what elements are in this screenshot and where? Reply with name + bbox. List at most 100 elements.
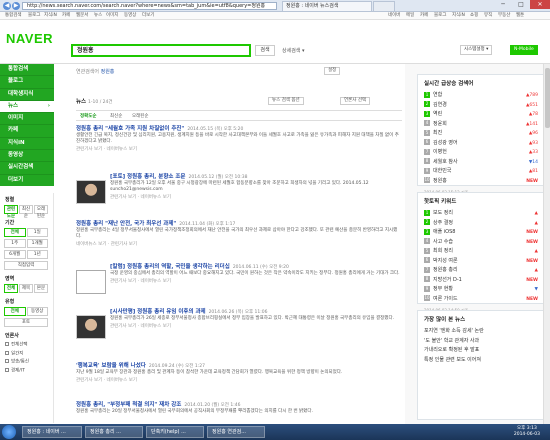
checkbox[interactable]: [5, 359, 9, 363]
rank-item[interactable]: 3 역린 ▲78: [424, 110, 540, 120]
most-viewed-item[interactable]: 가내리오로 확정된 후 발표: [424, 346, 540, 356]
rank-item[interactable]: 1 연합 ▲789: [424, 91, 540, 101]
menu-item[interactable]: 카페: [420, 12, 428, 20]
rank-item[interactable]: 3 애플 iOS8 NEW: [424, 228, 540, 238]
news-footer[interactable]: 관련기사 보기 · 네이버뉴스 보기: [76, 146, 402, 152]
rank-item[interactable]: 5 최희 정리 ▲: [424, 247, 540, 257]
range-all[interactable]: 전체: [4, 228, 26, 237]
menu-item[interactable]: 지식iN: [44, 12, 57, 20]
type-all[interactable]: 전체: [4, 307, 26, 316]
news-footer[interactable]: 관련기사 보기 · 네이버뉴스 보기: [110, 323, 402, 329]
menu-item[interactable]: 동영상: [124, 12, 136, 20]
tab-new[interactable]: [373, 1, 395, 11]
range-6m[interactable]: 6개월: [4, 250, 26, 259]
start-button[interactable]: [2, 425, 16, 439]
menu-item[interactable]: 쇼핑: [470, 12, 478, 20]
news-title[interactable]: 정원홍 총리 "세월호 가족 지원 차질없이 추진" 2014.05.15 (목)…: [76, 124, 402, 132]
detail-search-link[interactable]: 상세검색 ▾: [282, 47, 305, 54]
news-title[interactable]: 정원홍 총리 "재난 안전, 국가 최우선 과제" 2014.11.04 (화) …: [76, 219, 402, 227]
news-footer[interactable]: 관련기사 보기 · 네이버뉴스 보기: [76, 377, 402, 383]
menu-item[interactable]: 통합검색: [5, 12, 22, 20]
search-input[interactable]: 정원홍: [71, 44, 251, 57]
area-body[interactable]: 본문: [34, 284, 48, 293]
nav-item-college[interactable]: 대학생지식: [0, 89, 54, 101]
source-check-econ[interactable]: 경제/IT: [0, 367, 53, 376]
news-title[interactable]: [칼럼] 정원홍 총리의 역할, 국민을 생각하는 리더십 2014.06.11 …: [110, 262, 402, 270]
settings-button[interactable]: 설정: [324, 67, 341, 75]
sort-link-oldest[interactable]: 오래된순: [132, 113, 149, 119]
source-check-daily[interactable]: 일간지: [0, 350, 53, 359]
rank-item[interactable]: 6 박지성 여론 NEW: [424, 257, 540, 267]
rank-item[interactable]: 9 정부 현황 ▼: [424, 285, 540, 295]
nav-item-blog[interactable]: 블로그: [0, 76, 54, 89]
mobile-button[interactable]: N-Mobile: [510, 45, 538, 55]
menu-item[interactable]: 네이버: [388, 12, 400, 20]
search-button[interactable]: 검색: [255, 45, 275, 56]
menu-item[interactable]: 지식iN: [452, 12, 465, 20]
news-thumbnail[interactable]: [76, 270, 106, 294]
source-check-broadcast[interactable]: 방송/통신: [0, 358, 53, 367]
nav-item-video[interactable]: 동영상: [0, 150, 54, 163]
menu-item[interactable]: 블로그: [434, 12, 446, 20]
range-1w[interactable]: 1주: [4, 239, 26, 248]
search-option-dropdown[interactable]: 뉴스 검색 옵션: [268, 97, 304, 105]
forward-button[interactable]: ▶: [12, 2, 20, 10]
taskbar-item[interactable]: 정원홍 : 네이버 ...: [22, 426, 82, 438]
news-thumbnail[interactable]: [76, 180, 106, 204]
area-all[interactable]: 전체: [4, 284, 18, 293]
related-keyword[interactable]: 정원홍: [101, 69, 115, 75]
news-title[interactable]: [시사만평] 정원홍 총리 유임 이후의 과제 2014.06.26 (목) 오후…: [110, 307, 402, 315]
menu-item[interactable]: 이미지: [106, 12, 118, 20]
maximize-button[interactable]: □: [512, 0, 530, 9]
type-video[interactable]: 동영상: [26, 307, 48, 316]
most-viewed-item[interactable]: 특정 인물 관련 보도 이어져: [424, 356, 540, 366]
source-check-all[interactable]: 전체선택: [0, 341, 53, 350]
sort-link-accuracy[interactable]: 정확도순: [80, 113, 97, 119]
naver-logo[interactable]: NAVER: [6, 31, 53, 46]
back-button[interactable]: ◀: [3, 2, 11, 10]
menu-item[interactable]: 메일: [406, 12, 414, 20]
minimize-button[interactable]: ─: [494, 0, 512, 9]
rank-item[interactable]: 5 최진 ▲96: [424, 129, 540, 139]
taskbar-item[interactable]: 정원홍 연관검...: [207, 426, 265, 438]
range-1y[interactable]: 1년: [26, 250, 48, 259]
press-select-dropdown[interactable]: 언론사 선택: [340, 97, 371, 105]
most-viewed-item[interactable]: 포지연 '엔화 소득 감세' 논란: [424, 327, 540, 337]
nav-item-image[interactable]: 이미지: [0, 113, 54, 126]
taskbar-clock[interactable]: 오후 3:13 2014-06-03: [514, 426, 540, 437]
news-title[interactable]: '행복교육' 보람을 위해 나섰다 2014.09.24 (수) 오전 1:27: [76, 361, 402, 369]
sort-latest[interactable]: 최신순: [19, 205, 33, 219]
rank-item[interactable]: 8 세월호 참사 ▼14: [424, 158, 540, 168]
scrollbar-thumb[interactable]: [545, 68, 550, 128]
rank-item[interactable]: 4 사고 수습 NEW: [424, 238, 540, 248]
menu-item[interactable]: 블로그: [28, 12, 40, 20]
most-viewed-item[interactable]: '도 불안' 학교 관계자 사과: [424, 337, 540, 347]
checkbox[interactable]: [5, 350, 9, 355]
news-footer[interactable]: 관련기사 보기 · 네이버뉴스 보기: [110, 194, 402, 200]
rank-item[interactable]: 8 지방선거 D-1 NEW: [424, 276, 540, 286]
sort-link-latest[interactable]: 최신순: [110, 113, 122, 119]
sort-oldest[interactable]: 오래된순: [34, 205, 48, 219]
menu-item[interactable]: 웹툰: [516, 12, 524, 20]
rank-item[interactable]: 2 김연경 ▲651: [424, 101, 540, 111]
type-photo[interactable]: 포토: [4, 318, 48, 327]
rank-item[interactable]: 10 정원홍 NEW: [424, 177, 540, 187]
nav-item-news[interactable]: 뉴스 ›: [0, 100, 54, 114]
rank-item[interactable]: 2 상주 결정 ▲: [424, 219, 540, 229]
range-1d[interactable]: 1일: [26, 228, 48, 237]
rank-item[interactable]: 4 정윤희 ▲141: [424, 120, 540, 130]
search-settings-button[interactable]: 시스템설정 ▾: [460, 45, 493, 55]
address-bar[interactable]: http://news.search.naver.com/search.nave…: [22, 2, 277, 10]
nav-item-cafe[interactable]: 카페: [0, 125, 54, 138]
close-button[interactable]: ✕: [530, 0, 550, 9]
menu-item[interactable]: 부동산: [498, 12, 510, 20]
menu-item[interactable]: 뮤직: [484, 12, 492, 20]
sort-relevance[interactable]: 관련도순: [4, 205, 18, 219]
rank-item[interactable]: 6 김성광 영어 ▲93: [424, 139, 540, 149]
news-title[interactable]: 정원홍 총리, "부정부패 척결 의지" 재차 강조 2014.01.20 (월)…: [76, 400, 402, 408]
rank-item[interactable]: 7 이병헌 ▲33: [424, 148, 540, 158]
nav-item-realtime[interactable]: 실시간검색: [0, 162, 54, 175]
scrollbar[interactable]: [543, 64, 550, 424]
menu-item[interactable]: 웹문서: [76, 12, 88, 20]
news-thumbnail[interactable]: [76, 315, 106, 339]
